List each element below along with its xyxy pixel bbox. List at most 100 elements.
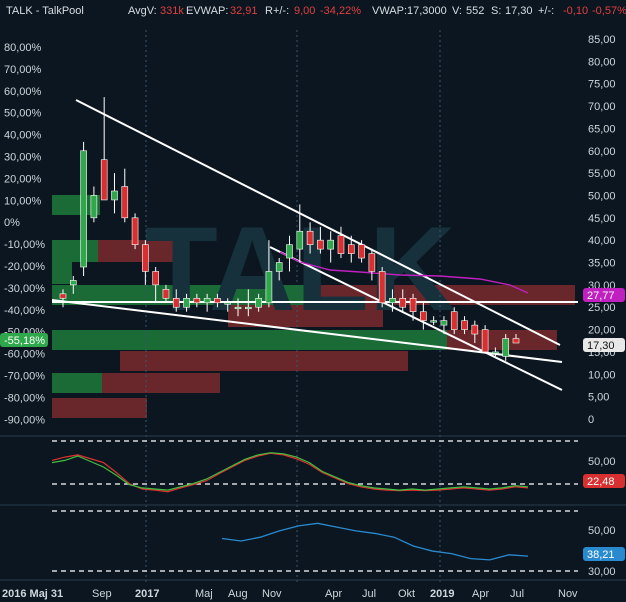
candle-body [399,297,407,308]
y-right-tick: 5,00 [588,392,609,404]
candle-body [450,311,458,330]
candle-body [502,338,510,357]
candle-body [121,186,129,219]
x-tick-label: Maj [195,588,213,600]
y-left-tick: 60,00% [4,86,42,98]
candle-body [172,297,180,308]
y-right-tick: 10,00 [588,369,616,381]
zone-3 [52,262,72,284]
candle-body [100,159,108,201]
candle-body [286,244,293,259]
candle-body [234,306,242,310]
ticker-title[interactable]: TALK - TalkPool [6,5,84,17]
osc1-tag: 22,48 [587,476,615,488]
candle-body [358,244,365,259]
y-left-tick: 0% [4,217,20,229]
x-tick-label: Aug [228,588,248,600]
candle-body [378,271,386,304]
pct-tag: -55,18% [4,335,45,347]
y-right-tick: 70,00 [588,101,616,113]
zone-12 [52,398,147,418]
y-left-tick: 10,00% [4,195,42,207]
candle-body [214,297,221,304]
candle-body [471,324,479,335]
candle-body [111,190,118,201]
y-left-tick: -30,00% [4,283,45,295]
ma-tag: 27,77 [587,290,615,302]
evwap-value: 32,91 [230,5,258,17]
candle-body [368,253,376,272]
x-tick-label: Nov [558,588,578,600]
candle-body [69,280,77,286]
y-right-tick: 35,00 [588,258,616,270]
candle-body [492,351,499,354]
v-label: V: [452,5,462,17]
y-right-tick: 65,00 [588,123,616,135]
vwap-value: 17,3000 [407,5,447,17]
y-right-tick: 55,00 [588,168,616,180]
y-left-tick: 70,00% [4,64,42,76]
candle-body [347,244,355,254]
y-right-tick: 75,00 [588,79,616,91]
candle-body [255,297,262,308]
candle-body [337,235,345,254]
y-left-tick: -20,00% [4,261,45,273]
candle-body [481,329,489,353]
y-left-tick: 20,00% [4,173,42,185]
price-chart: TALK 85,0080,0075,0070,0065,0060,0055,00… [0,0,626,602]
y-right-tick: 40,00 [588,235,616,247]
candle-body [131,217,139,245]
rpct-value: -34,22% [320,5,361,17]
candle-body [327,239,334,250]
x-tick-label: Okt [398,588,415,600]
y-right-tick: 20,00 [588,325,616,337]
candle-body [59,293,67,299]
zone-1 [52,240,98,262]
candle-body [430,320,437,323]
candle-body [80,150,87,268]
avgv-label: AvgV: [128,5,157,17]
candle-body [440,320,448,326]
vwap-label: VWAP: [372,5,408,17]
x-tick-label: 2016 Maj 31 [2,588,63,600]
y-right-tick: 45,00 [588,213,616,225]
y-left-tick: 50,00% [4,108,42,120]
evwap-label: EVWAP: [186,5,229,17]
y-left-tick: -70,00% [4,371,45,383]
osc2-tag: 38,21 [587,549,615,561]
y-left-tick: -60,00% [4,349,45,361]
y-left-tick: -40,00% [4,305,45,317]
y-left-tick: -80,00% [4,392,45,404]
zone-10 [52,373,102,393]
osc2-tick: 50,00 [588,525,616,537]
zone-9 [120,351,408,371]
chart-header: TALK - TalkPool AvgV: 331k EVWAP: 32,91 … [0,0,626,22]
candle-body [317,239,324,250]
x-tick-label: Apr [325,588,342,600]
candle-body [203,297,211,304]
candle-body [162,289,170,299]
candle-body [183,297,190,308]
y-left-tick: -90,00% [4,414,45,426]
candle-body [245,306,252,310]
x-tick-label: Jul [362,588,376,600]
x-tick-label: Nov [262,588,282,600]
candle-body [296,230,304,250]
x-tick-label: Apr [472,588,489,600]
avgv-value: 331k [160,5,184,17]
y-right-tick: 0 [588,414,594,426]
x-tick-label: 2017 [135,588,159,600]
osc2-tick: 30,00 [588,566,616,578]
candle-body [142,244,149,272]
y-left-tick: 40,00% [4,130,42,142]
candle-body [420,311,427,321]
zone-8 [447,330,557,350]
y-right-tick: 85,00 [588,34,616,46]
candle-body [152,271,159,286]
s-value: 17,30 [505,5,533,17]
candle-body [306,230,314,245]
x-tick-label: 2019 [430,588,454,600]
candle-body [389,297,396,304]
pm-value: -0,10 [563,5,589,17]
y-left-tick: 30,00% [4,152,42,164]
